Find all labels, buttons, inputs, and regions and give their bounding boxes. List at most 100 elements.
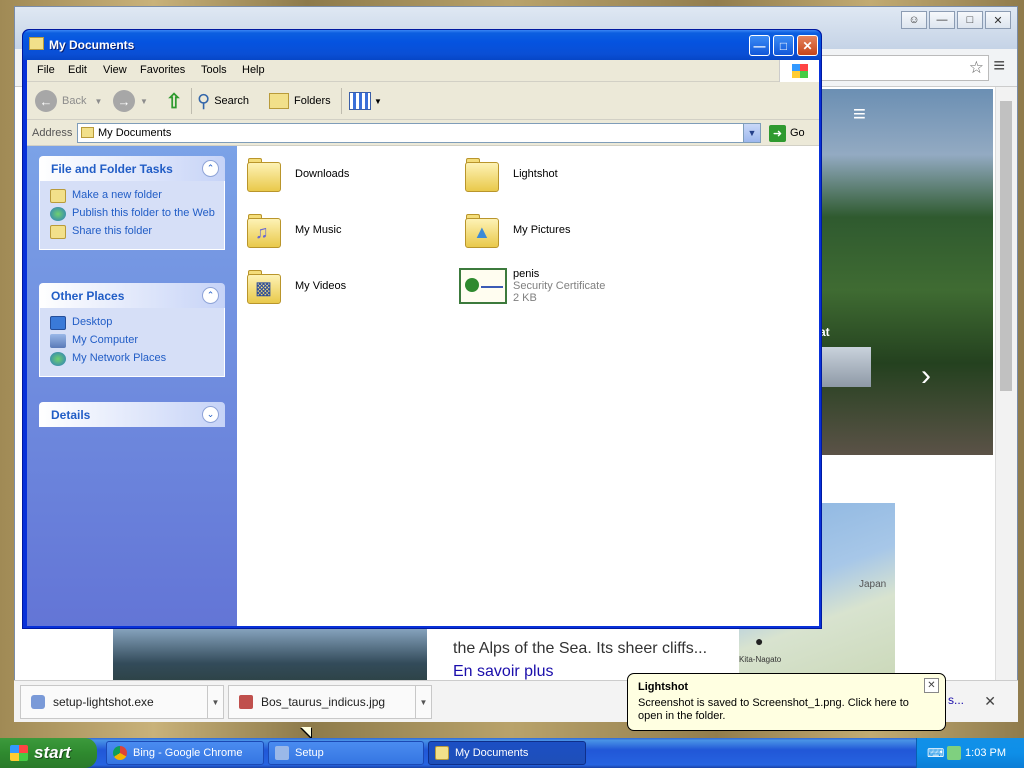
- file-item-certificate[interactable]: penis Security Certificate 2 KB: [459, 268, 605, 304]
- close-icon[interactable]: ✕: [984, 693, 996, 710]
- videos-folder-icon: ▩: [245, 268, 285, 308]
- up-folder-icon: ⇧: [165, 90, 183, 113]
- folder-icon: [29, 37, 44, 50]
- folder-icon: [435, 746, 449, 760]
- menu-favorites[interactable]: Favorites: [140, 64, 185, 76]
- omnibox[interactable]: ☆: [821, 55, 989, 81]
- chrome-minimize-button[interactable]: —: [929, 11, 955, 29]
- expand-icon[interactable]: ⌄: [202, 406, 219, 423]
- chevron-down-icon[interactable]: ▼: [415, 686, 431, 718]
- panel-header[interactable]: Other Places ⌃: [39, 283, 225, 308]
- chevron-down-icon[interactable]: ▼: [140, 97, 148, 106]
- notification-body[interactable]: Screenshot is saved to Screenshot_1.png.…: [638, 697, 934, 723]
- views-button[interactable]: ▼: [349, 88, 382, 114]
- download-item-setup[interactable]: setup-lightshot.exe ▼: [20, 685, 224, 719]
- close-icon[interactable]: ✕: [924, 678, 939, 693]
- page-scrollbar[interactable]: [995, 87, 1017, 687]
- taskbar: start Bing - Google Chrome Setup My Docu…: [0, 738, 1024, 768]
- chrome-maximize-button[interactable]: □: [957, 11, 983, 29]
- lightshot-notification[interactable]: Lightshot ✕ Screenshot is saved to Scree…: [627, 673, 946, 731]
- place-my-computer[interactable]: My Computer: [50, 334, 224, 348]
- coast-image: [113, 627, 427, 687]
- new-folder-icon: [50, 189, 66, 203]
- maximize-button[interactable]: □: [773, 35, 794, 56]
- map-label-country: Japan: [859, 579, 887, 590]
- file-item-downloads[interactable]: Downloads: [245, 156, 349, 196]
- chevron-down-icon[interactable]: ▼: [207, 686, 223, 718]
- file-item-my-music[interactable]: ♫ My Music: [245, 212, 341, 252]
- file-item-lightshot[interactable]: Lightshot: [463, 156, 558, 196]
- place-desktop[interactable]: Desktop: [50, 316, 224, 330]
- download-item-image[interactable]: Bos_taurus_indicus.jpg ▼: [228, 685, 432, 719]
- clock[interactable]: 1:03 PM: [965, 747, 1006, 759]
- music-folder-icon: ♫: [245, 212, 285, 252]
- other-places-panel: Other Places ⌃ Desktop My Computer My Ne…: [39, 283, 225, 377]
- installer-icon: [31, 695, 45, 709]
- minimize-button[interactable]: —: [749, 35, 770, 56]
- notification-tail-fill: [301, 727, 311, 737]
- place-my-network[interactable]: My Network Places: [50, 352, 224, 366]
- panel-title: File and Folder Tasks: [51, 162, 173, 176]
- download-filename: Bos_taurus_indicus.jpg: [261, 695, 386, 709]
- chevron-down-icon[interactable]: ▼: [743, 124, 760, 142]
- search-button[interactable]: ⚲ Search: [197, 88, 249, 114]
- desktop-icon: [50, 316, 66, 330]
- menu-help[interactable]: Help: [242, 64, 265, 76]
- chrome-menu-icon[interactable]: ≡: [993, 55, 1005, 78]
- bookmark-star-icon[interactable]: ☆: [969, 58, 984, 78]
- chrome-profile-icon[interactable]: ☺: [901, 11, 927, 29]
- up-button[interactable]: ⇧: [163, 88, 185, 114]
- file-name: My Music: [295, 224, 342, 236]
- menu-tools[interactable]: Tools: [201, 64, 227, 76]
- file-item-my-pictures[interactable]: ▲ My Pictures: [463, 212, 570, 252]
- address-input[interactable]: My Documents ▼: [77, 123, 761, 143]
- system-tray: ⌨ 1:03 PM: [916, 738, 1024, 768]
- notification-title: Lightshot: [638, 681, 689, 693]
- task-share-folder[interactable]: Share this folder: [50, 225, 224, 239]
- collapse-icon[interactable]: ⌃: [202, 287, 219, 304]
- back-arrow-icon: ←: [35, 90, 57, 112]
- taskbar-button-setup[interactable]: Setup: [268, 741, 424, 765]
- lightshot-tray-icon[interactable]: [947, 746, 961, 760]
- collapse-icon[interactable]: ⌃: [202, 160, 219, 177]
- task-publish-folder[interactable]: Publish this folder to the Web: [50, 207, 224, 221]
- file-name: penis: [513, 268, 540, 280]
- taskbar-button-my-documents[interactable]: My Documents: [428, 741, 586, 765]
- network-icon: [50, 352, 66, 366]
- menu-view[interactable]: View: [103, 64, 127, 76]
- taskbar-button-chrome[interactable]: Bing - Google Chrome: [106, 741, 264, 765]
- carousel-next-icon[interactable]: ›: [921, 359, 931, 393]
- close-button[interactable]: ✕: [797, 35, 818, 56]
- back-button[interactable]: ← Back ▼: [35, 88, 102, 114]
- chevron-down-icon[interactable]: ▼: [94, 97, 102, 106]
- menu-file[interactable]: File: [37, 64, 55, 76]
- start-button[interactable]: start: [0, 738, 97, 768]
- chrome-icon: [113, 746, 127, 760]
- article-link[interactable]: En savoir plus: [453, 663, 554, 681]
- menu-edit[interactable]: Edit: [68, 64, 87, 76]
- task-pane: File and Folder Tasks ⌃ Make a new folde…: [27, 146, 237, 626]
- panel-header[interactable]: File and Folder Tasks ⌃: [39, 156, 225, 181]
- title-bar[interactable]: My Documents — □ ✕: [23, 30, 821, 60]
- file-type: Security Certificate: [513, 280, 606, 292]
- show-all-downloads-link[interactable]: s...: [948, 693, 964, 707]
- chevron-down-icon[interactable]: ▼: [374, 97, 382, 106]
- folder-icon: [81, 127, 94, 138]
- setup-icon: [275, 746, 289, 760]
- computer-icon: [50, 334, 66, 348]
- forward-button[interactable]: → ▼: [113, 88, 148, 114]
- scroll-thumb[interactable]: [1000, 101, 1012, 391]
- go-button[interactable]: ➜ Go: [769, 123, 805, 143]
- panel-header[interactable]: Details ⌄: [39, 402, 225, 427]
- search-icon: ⚲: [197, 90, 211, 111]
- file-list: Downloads Lightshot ♫ My Music ▲ My Pict…: [237, 146, 819, 626]
- article-text: the Alps of the Sea. Its sheer cliffs...: [453, 640, 708, 657]
- chrome-close-button[interactable]: ✕: [985, 11, 1011, 29]
- panel-title: Details: [51, 408, 91, 422]
- task-make-new-folder[interactable]: Make a new folder: [50, 189, 224, 203]
- folders-button[interactable]: Folders: [269, 88, 331, 114]
- file-folder-tasks-panel: File and Folder Tasks ⌃ Make a new folde…: [39, 156, 225, 250]
- keyboard-icon[interactable]: ⌨: [927, 746, 944, 760]
- hamburger-menu-icon[interactable]: ≡: [853, 101, 866, 127]
- file-item-my-videos[interactable]: ▩ My Videos: [245, 268, 346, 308]
